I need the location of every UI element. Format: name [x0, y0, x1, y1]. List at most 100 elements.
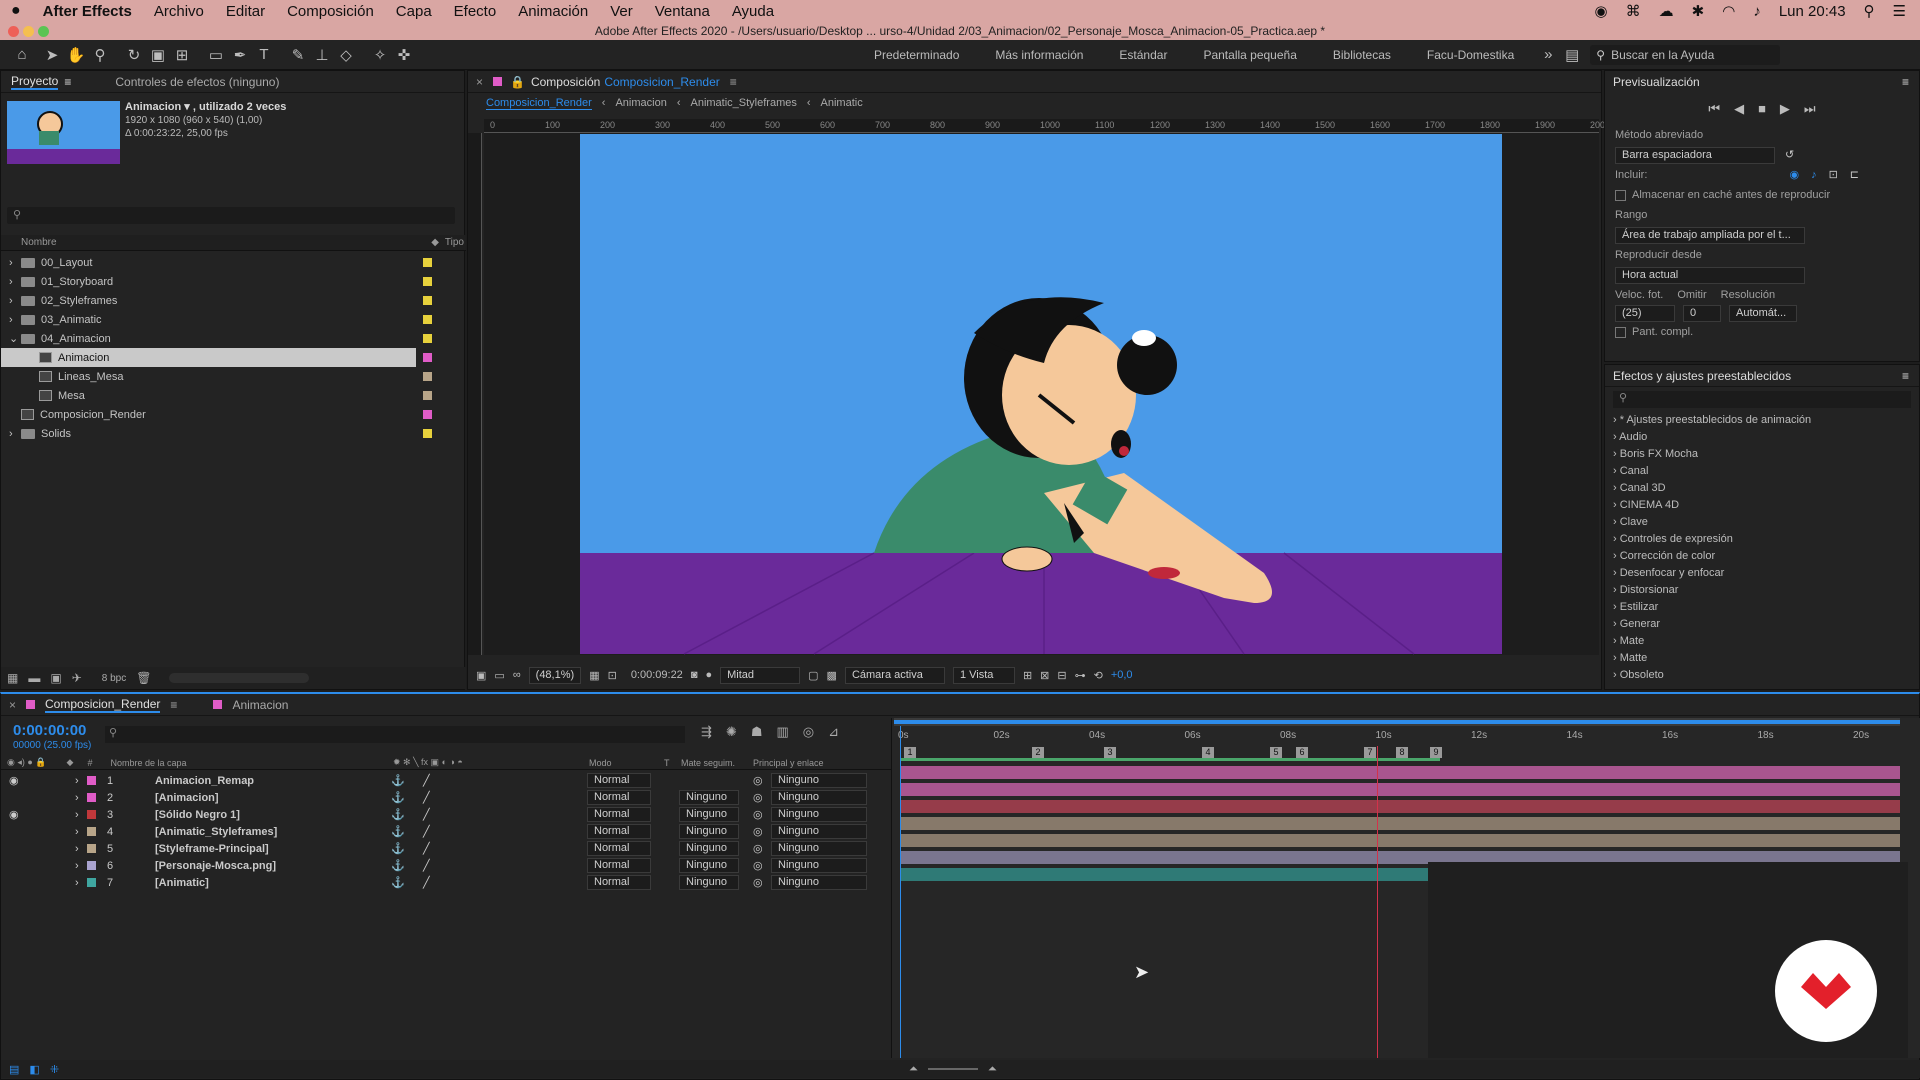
fast-preview-icon[interactable]: ⊠	[1040, 669, 1049, 682]
track-matte-dropdown[interactable]: Ninguno	[679, 875, 739, 890]
comp-marker[interactable]: 5	[1270, 747, 1282, 758]
layer-row[interactable]: › 7 [Animatic] ⚓ ╱ Normal Ninguno ◎ Ninguno	[1, 874, 891, 891]
volume-icon[interactable]: ♪	[1753, 3, 1761, 20]
new-folder-icon[interactable]: ▬	[28, 671, 40, 685]
chevron-right-icon[interactable]: ›	[9, 257, 21, 269]
first-frame-icon[interactable]: ⏮	[1708, 101, 1720, 117]
effect-category[interactable]: › Canal	[1605, 463, 1919, 480]
col-t[interactable]: T	[664, 758, 670, 768]
menu-ventana[interactable]: Ventana	[644, 3, 721, 20]
label-color-swatch[interactable]	[423, 277, 432, 286]
cache-checkbox[interactable]	[1615, 189, 1626, 201]
parent-dropdown[interactable]: Ninguno	[771, 841, 867, 856]
comp-marker[interactable]: 8	[1396, 747, 1408, 758]
record-icon[interactable]: ◉	[1595, 2, 1608, 20]
quality-switch-icon[interactable]: ╱	[423, 859, 430, 872]
pan-behind-tool-icon[interactable]: ⊞	[170, 43, 194, 67]
flowchart-icon[interactable]: ⊶	[1075, 669, 1086, 682]
comp-marker[interactable]: 7	[1364, 747, 1376, 758]
layer-label-color[interactable]	[87, 861, 96, 870]
layer-row[interactable]: › 4 [Animatic_Styleframes] ⚓ ╱ Normal Ninguno ◎…	[1, 823, 891, 840]
expand-layer-icon[interactable]: ›	[75, 860, 79, 872]
workspace-facu-domestika[interactable]: Facu-Domestika	[1409, 48, 1532, 62]
panel-menu-icon[interactable]: ≡	[170, 698, 177, 712]
tab-animacion[interactable]: Animacion	[222, 698, 298, 712]
quality-switch-icon[interactable]: ╱	[423, 825, 430, 838]
label-color-swatch[interactable]	[423, 258, 432, 267]
parent-pickwhip-icon[interactable]: ◎	[753, 774, 763, 787]
time-ruler[interactable]: 0s 02s 04s 06s 08s 10s 12s 14s 16s 18s 20s	[892, 728, 1920, 746]
stop-icon[interactable]: ■	[1758, 101, 1766, 117]
close-tab-icon[interactable]: ×	[476, 75, 483, 89]
layer-label-color[interactable]	[87, 793, 96, 802]
always-preview-icon[interactable]: ▣	[476, 669, 486, 682]
layer-row[interactable]: ◉ › 1 Animacion_Remap ⚓ ╱ Normal ◎ Ninguno	[1, 772, 891, 789]
timeline-zoom-slider[interactable]	[927, 1068, 978, 1070]
comp-marker[interactable]: 2	[1032, 747, 1044, 758]
stamp-tool-icon[interactable]: ⊥	[310, 43, 334, 67]
reset-exposure-icon[interactable]: ⟲	[1094, 669, 1103, 682]
column-name[interactable]: Nombre	[21, 237, 57, 248]
sync-icon[interactable]: ▤	[1560, 43, 1584, 67]
layer-row[interactable]: › 5 [Styleframe-Principal] ⚓ ╱ Normal Ninguno ◎…	[1, 840, 891, 857]
blend-mode-dropdown[interactable]: Normal	[587, 790, 651, 805]
label-color-swatch[interactable]	[423, 334, 432, 343]
menu-ayuda[interactable]: Ayuda	[721, 3, 785, 20]
transparency-grid-icon[interactable]: ⊡	[608, 669, 617, 682]
chevron-right-icon[interactable]: ›	[9, 428, 21, 440]
blend-mode-dropdown[interactable]: Normal	[587, 824, 651, 839]
parent-pickwhip-icon[interactable]: ◎	[753, 808, 763, 821]
shortcut-dropdown[interactable]: Barra espaciadora	[1615, 146, 1775, 164]
layer-row[interactable]: ◉ › 3 [Sólido Negro 1] ⚓ ╱ Normal Ninguno ◎ Ningu…	[1, 806, 891, 823]
label-color-swatch[interactable]	[423, 429, 432, 438]
include-audio-icon[interactable]: ♪	[1811, 165, 1817, 185]
parent-dropdown[interactable]: Ninguno	[771, 824, 867, 839]
layer-label-color[interactable]	[87, 810, 96, 819]
parent-dropdown[interactable]: Ninguno	[771, 875, 867, 890]
workspace-pantalla-pequena[interactable]: Pantalla pequeña	[1185, 48, 1314, 62]
play-from-dropdown[interactable]: Hora actual	[1615, 267, 1805, 284]
project-search-input[interactable]: ⚲	[7, 207, 455, 224]
anchor-switch-icon[interactable]: ⚓	[391, 876, 405, 889]
skip-dropdown[interactable]: 0	[1683, 305, 1721, 322]
effect-category[interactable]: › * Ajustes preestablecidos de animación	[1605, 412, 1919, 429]
frame-blending-icon[interactable]: ▥	[776, 724, 788, 740]
expand-layer-icon[interactable]: ›	[75, 877, 79, 889]
camera-dropdown[interactable]: Cámara activa	[844, 666, 945, 684]
chevron-right-icon[interactable]: ›	[9, 314, 21, 326]
last-frame-icon[interactable]: ⏭	[1804, 101, 1816, 117]
project-item[interactable]: › 00_Layout	[1, 253, 432, 272]
magnification-dropdown[interactable]: (48,1%)	[528, 666, 582, 684]
menu-editar[interactable]: Editar	[215, 3, 276, 20]
fps-dropdown[interactable]: (25)	[1615, 305, 1675, 322]
effect-category[interactable]: › Controles de expresión	[1605, 531, 1919, 548]
home-icon[interactable]: ⌂	[10, 43, 34, 67]
views-dropdown[interactable]: 1 Vista	[952, 666, 1015, 684]
show-channel-icon[interactable]: ●	[705, 669, 712, 681]
minimize-window-button[interactable]	[23, 26, 34, 37]
project-item[interactable]: Mesa	[1, 386, 432, 405]
workspace-bibliotecas[interactable]: Bibliotecas	[1315, 48, 1409, 62]
zoom-out-icon[interactable]: ⏶	[909, 1063, 918, 1076]
apple-icon[interactable]: ●	[0, 2, 32, 20]
comp-marker[interactable]: 3	[1104, 747, 1116, 758]
camera-tool-icon[interactable]: ▣	[146, 43, 170, 67]
comp-marker[interactable]: 9	[1430, 747, 1442, 758]
transfer-controls-toggle-icon[interactable]: ◧	[29, 1063, 39, 1076]
new-comp-icon[interactable]: ▣	[50, 671, 61, 685]
eraser-tool-icon[interactable]: ◇	[334, 43, 358, 67]
bluetooth-icon[interactable]: ✱	[1692, 2, 1705, 20]
grid-icon[interactable]: ⊞	[1023, 669, 1032, 682]
comp-viewer[interactable]	[484, 133, 1599, 655]
anchor-switch-icon[interactable]: ⚓	[391, 825, 405, 838]
chevron-right-icon[interactable]: ⌄	[9, 332, 21, 345]
prev-frame-icon[interactable]: ◀	[1734, 101, 1744, 117]
layer-duration-bar[interactable]	[900, 834, 1900, 847]
effect-category[interactable]: › Boris FX Mocha	[1605, 446, 1919, 463]
label-color-swatch[interactable]	[423, 410, 432, 419]
effect-category[interactable]: › Desenfocar y enfocar	[1605, 565, 1919, 582]
zoom-tool-icon[interactable]: ⚲	[88, 43, 112, 67]
parent-dropdown[interactable]: Ninguno	[771, 807, 867, 822]
breadcrumb-composicion-render[interactable]: Composicion_Render	[486, 97, 592, 110]
quality-switch-icon[interactable]: ╱	[423, 842, 430, 855]
